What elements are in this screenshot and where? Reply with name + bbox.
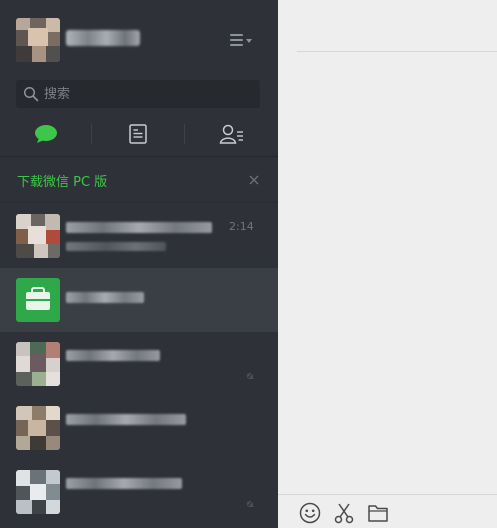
chat-list: 2:14 bbox=[0, 204, 278, 528]
chat-item[interactable] bbox=[0, 460, 278, 524]
nav-tabs bbox=[0, 116, 278, 157]
tab-chat[interactable] bbox=[0, 116, 92, 152]
contacts-icon bbox=[219, 124, 243, 144]
input-toolbar bbox=[278, 494, 497, 529]
close-icon[interactable] bbox=[246, 172, 262, 188]
article-icon bbox=[129, 124, 147, 144]
chat-item[interactable] bbox=[0, 396, 278, 460]
title-divider bbox=[297, 51, 497, 52]
search-icon bbox=[23, 86, 39, 102]
avatar-image bbox=[16, 342, 60, 386]
chat-name-redacted bbox=[66, 414, 186, 425]
mute-icon bbox=[244, 370, 256, 382]
contact-avatar bbox=[16, 278, 60, 322]
search-input[interactable] bbox=[44, 82, 250, 106]
chat-preview-redacted bbox=[66, 242, 166, 251]
chat-bubble-icon bbox=[35, 125, 57, 143]
folder-icon[interactable] bbox=[367, 502, 389, 524]
chat-name-redacted bbox=[66, 478, 182, 489]
chat-item[interactable] bbox=[0, 332, 278, 396]
username-redacted bbox=[66, 30, 140, 46]
contact-avatar bbox=[16, 406, 60, 450]
user-avatar-image bbox=[16, 18, 60, 62]
download-pc-link[interactable]: 下载微信 PC 版 bbox=[17, 171, 107, 190]
avatar-image bbox=[16, 406, 60, 450]
mute-icon bbox=[244, 498, 256, 510]
tab-public[interactable] bbox=[92, 116, 184, 152]
chat-item-active[interactable] bbox=[0, 268, 278, 332]
chat-name-redacted bbox=[66, 292, 144, 303]
chat-name-redacted bbox=[66, 222, 212, 233]
wechat-web-window: 下载微信 PC 版 bbox=[0, 0, 497, 528]
chat-time: 2:14 bbox=[229, 220, 254, 233]
tab-contacts[interactable] bbox=[186, 116, 278, 152]
menu-button[interactable] bbox=[228, 30, 256, 50]
contact-avatar bbox=[16, 214, 60, 258]
emoji-icon[interactable] bbox=[299, 502, 321, 524]
avatar-image bbox=[16, 214, 60, 258]
sidebar: 下载微信 PC 版 bbox=[0, 0, 278, 528]
chat-name-redacted bbox=[66, 350, 160, 361]
user-avatar[interactable] bbox=[16, 18, 60, 62]
contact-avatar bbox=[16, 342, 60, 386]
search-box bbox=[16, 80, 260, 108]
chat-panel bbox=[278, 0, 497, 528]
profile-header bbox=[0, 0, 278, 78]
contact-avatar bbox=[16, 470, 60, 514]
scissors-icon[interactable] bbox=[333, 502, 355, 524]
avatar-image bbox=[16, 470, 60, 514]
download-banner: 下载微信 PC 版 bbox=[0, 158, 278, 203]
bag-icon bbox=[16, 278, 60, 322]
tab-separator bbox=[184, 124, 185, 144]
chat-item[interactable]: 2:14 bbox=[0, 204, 278, 268]
